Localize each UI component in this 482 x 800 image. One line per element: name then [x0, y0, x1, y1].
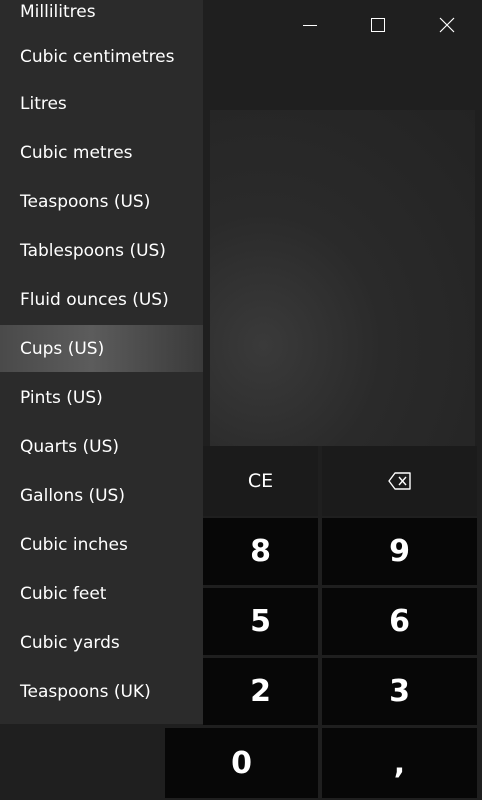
decimal-label: , [393, 745, 406, 781]
clear-entry-button[interactable]: CE [203, 446, 318, 516]
digit-9-button[interactable]: 9 [322, 518, 477, 585]
unit-option-tablespoons-us[interactable]: Tablespoons (US) [0, 227, 203, 274]
minimize-button[interactable] [276, 0, 344, 50]
digit-3-button[interactable]: 3 [322, 658, 477, 725]
backspace-button[interactable] [322, 446, 477, 516]
decimal-separator-button[interactable]: , [322, 728, 477, 798]
close-button[interactable] [412, 0, 482, 50]
display-panel [210, 110, 475, 446]
keypad: CE 8 9 5 6 2 3 0 , [165, 446, 482, 800]
display-area [203, 50, 482, 446]
unit-option-label: Cubic yards [20, 632, 120, 653]
unit-option-label: Cubic inches [20, 534, 128, 555]
unit-option-label: Fluid ounces (US) [20, 289, 169, 310]
digit-label: 3 [389, 674, 410, 709]
unit-option-fluid-ounces-us[interactable]: Fluid ounces (US) [0, 276, 203, 323]
unit-option-label: Tablespoons (US) [20, 240, 166, 261]
digit-label: 6 [389, 604, 410, 639]
maximize-icon [371, 18, 385, 32]
minimize-icon [303, 24, 317, 26]
title-bar [203, 0, 482, 50]
unit-option-millilitres[interactable]: Millilitres [0, 0, 203, 35]
digit-label: 5 [250, 604, 271, 639]
digit-5-button[interactable]: 5 [203, 588, 318, 655]
maximize-button[interactable] [344, 0, 412, 50]
unit-option-pints-us[interactable]: Pints (US) [0, 374, 203, 421]
digit-label: 2 [250, 674, 271, 709]
digit-0-button[interactable]: 0 [165, 728, 318, 798]
unit-option-label: Cubic centimetres [20, 46, 175, 67]
digit-2-button[interactable]: 2 [203, 658, 318, 725]
unit-option-label: Millilitres [20, 1, 96, 22]
clear-entry-label: CE [247, 470, 274, 492]
unit-option-cubic-metres[interactable]: Cubic metres [0, 129, 203, 176]
converter-window: Millilitres Cubic centimetres Litres Cub… [0, 0, 482, 800]
digit-6-button[interactable]: 6 [322, 588, 477, 655]
unit-option-cups-us[interactable]: Cups (US) [0, 325, 203, 372]
unit-option-label: Gallons (US) [20, 485, 125, 506]
unit-option-label: Teaspoons (US) [20, 191, 151, 212]
digit-label: 8 [250, 534, 271, 569]
close-icon [439, 17, 455, 33]
unit-option-label: Teaspoons (UK) [20, 681, 151, 702]
unit-option-label: Litres [20, 93, 67, 114]
unit-option-litres[interactable]: Litres [0, 80, 203, 127]
unit-option-label: Cups (US) [20, 338, 105, 359]
unit-option-label: Quarts (US) [20, 436, 119, 457]
unit-option-teaspoons-us[interactable]: Teaspoons (US) [0, 178, 203, 225]
unit-option-label: Pints (US) [20, 387, 103, 408]
digit-8-button[interactable]: 8 [203, 518, 318, 585]
bottom-left-panel [0, 724, 165, 800]
unit-option-label: Cubic metres [20, 142, 133, 163]
digit-label: 0 [231, 745, 252, 781]
backspace-icon [387, 472, 411, 490]
unit-option-label: Cubic feet [20, 583, 107, 604]
digit-label: 9 [389, 534, 410, 569]
unit-option-cubic-centimetres[interactable]: Cubic centimetres [0, 33, 203, 80]
